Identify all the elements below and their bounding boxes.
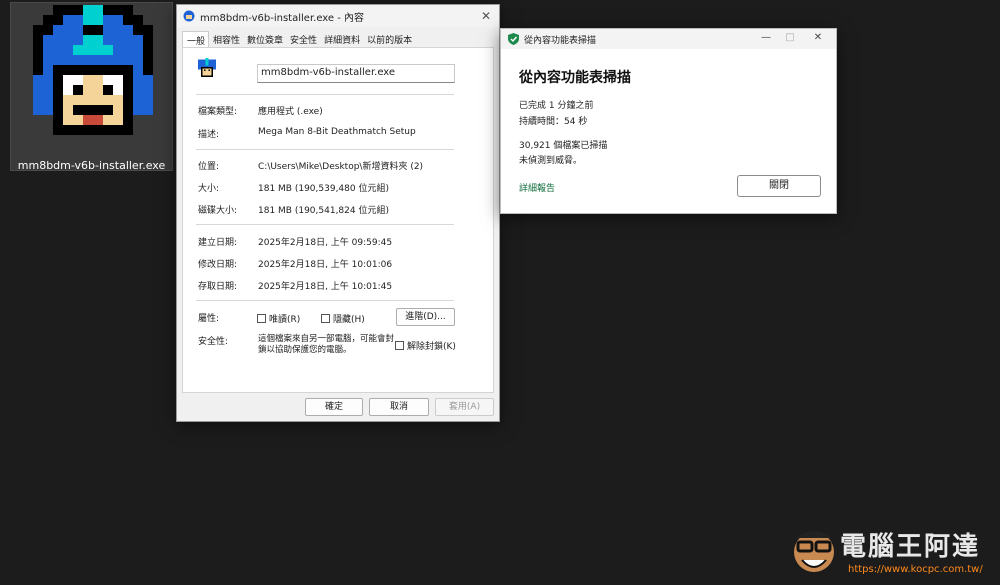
readonly-checkbox[interactable]: 唯讀(R) xyxy=(257,312,300,325)
file-type-value: 應用程式 (.exe) xyxy=(258,107,323,117)
modified-row: 修改日期: 2025年2月18日, 上午 10:01:06 xyxy=(198,257,392,270)
close-button[interactable]: 關閉 xyxy=(737,175,821,197)
divider xyxy=(196,300,454,301)
divider xyxy=(196,149,454,150)
created-label: 建立日期: xyxy=(198,238,238,248)
divider xyxy=(196,94,454,95)
modified-value: 2025年2月18日, 上午 10:01:06 xyxy=(258,260,393,270)
megaman-file-icon xyxy=(198,58,216,78)
scan-window: 從內容功能表掃描 — □ ✕ 從內容功能表掃描 已完成 1 分鐘之前 持續時間：… xyxy=(500,28,837,214)
checkbox-box[interactable] xyxy=(257,314,266,323)
scan-title: 從內容功能表掃描 xyxy=(524,35,597,46)
accessed-row: 存取日期: 2025年2月18日, 上午 10:01:45 xyxy=(198,279,392,292)
general-panel: mm8bdm-v6b-installer.exe 檔案類型: 應用程式 (.ex… xyxy=(182,47,494,393)
properties-dialog: mm8bdm-v6b-installer.exe - 內容 ✕ 一般 相容性 數… xyxy=(176,4,500,422)
cancel-button[interactable]: 取消 xyxy=(369,398,429,416)
scan-result: 未偵測到威脅。 xyxy=(519,156,583,166)
readonly-label: 唯讀(R) xyxy=(269,315,301,325)
close-icon[interactable]: ✕ xyxy=(479,9,493,23)
security-text-line2: 鎖以協助保護您的電腦。 xyxy=(258,345,352,355)
attributes-label: 屬性: xyxy=(198,314,220,324)
megaman-icon xyxy=(33,5,153,135)
desktop-file-label: mm8bdm-v6b-installer.exe xyxy=(17,159,166,172)
disk-size-value: 181 MB (190,541,824 位元組) xyxy=(258,206,389,216)
maximize-icon[interactable]: □ xyxy=(782,32,798,43)
security-label: 安全性: xyxy=(198,337,229,347)
location-value: C:\Users\Mike\Desktop\新增資料夾 (2) xyxy=(258,162,424,172)
size-value: 181 MB (190,539,480 位元組) xyxy=(258,184,389,194)
watermark-url: https://www.kocpc.com.tw/ xyxy=(848,564,983,575)
created-row: 建立日期: 2025年2月18日, 上午 09:59:45 xyxy=(198,235,392,248)
filename-field[interactable]: mm8bdm-v6b-installer.exe xyxy=(257,64,455,83)
description-row: 描述: Mega Man 8-Bit Deathmatch Setup xyxy=(198,127,416,140)
accessed-value: 2025年2月18日, 上午 10:01:45 xyxy=(258,282,393,292)
tab-general[interactable]: 一般 xyxy=(182,31,210,48)
apply-button[interactable]: 套用(A) xyxy=(435,398,494,416)
megaman-small-icon xyxy=(183,10,195,22)
scan-files-count: 30,921 個檔案已掃描 xyxy=(519,141,608,151)
created-value: 2025年2月18日, 上午 09:59:45 xyxy=(258,238,393,248)
properties-title: mm8bdm-v6b-installer.exe - 內容 xyxy=(200,12,365,24)
description-value: Mega Man 8-Bit Deathmatch Setup xyxy=(258,127,416,137)
disk-size-row: 磁碟大小: 181 MB (190,541,824 位元組) xyxy=(198,203,389,216)
tab-security[interactable]: 安全性 xyxy=(286,31,320,47)
properties-tabs: 一般 相容性 數位簽章 安全性 詳細資料 以前的版本 xyxy=(182,31,494,48)
scan-completed: 已完成 1 分鐘之前 xyxy=(519,101,594,111)
tab-previous-versions[interactable]: 以前的版本 xyxy=(363,31,415,47)
minimize-icon[interactable]: — xyxy=(758,32,774,43)
attributes-row: 屬性: xyxy=(198,311,258,324)
ok-button[interactable]: 確定 xyxy=(305,398,363,416)
scan-heading: 從內容功能表掃描 xyxy=(519,70,631,86)
properties-titlebar[interactable]: mm8bdm-v6b-installer.exe - 內容 ✕ xyxy=(177,5,499,27)
size-row: 大小: 181 MB (190,539,480 位元組) xyxy=(198,181,389,194)
tab-digital-signatures[interactable]: 數位簽章 xyxy=(243,31,286,47)
mascot-face-icon xyxy=(794,531,834,572)
accessed-label: 存取日期: xyxy=(198,282,238,292)
checkbox-box[interactable] xyxy=(395,341,404,350)
hidden-checkbox[interactable]: 隱藏(H) xyxy=(321,312,365,325)
file-type-label: 檔案類型: xyxy=(198,107,238,117)
hidden-label: 隱藏(H) xyxy=(333,315,365,325)
description-label: 描述: xyxy=(198,130,220,140)
shield-check-icon xyxy=(508,33,519,45)
security-text: 這個檔案來自另一部電腦，可能會封 鎖以協助保護您的電腦。 xyxy=(258,334,398,356)
security-row: 安全性: xyxy=(198,334,258,347)
file-type-row: 檔案類型: 應用程式 (.exe) xyxy=(198,104,323,117)
watermark-brand: 電腦王阿達 xyxy=(840,532,981,562)
size-label: 大小: xyxy=(198,184,220,194)
desktop-file-icon[interactable]: mm8bdm-v6b-installer.exe xyxy=(10,2,173,172)
watermark: 電腦王阿達 https://www.kocpc.com.tw/ xyxy=(790,522,995,582)
scan-titlebar[interactable]: 從內容功能表掃描 — □ ✕ xyxy=(501,29,836,49)
scan-duration: 持續時間：54 秒 xyxy=(519,117,588,127)
security-text-line1: 這個檔案來自另一部電腦，可能會封 xyxy=(258,334,395,344)
location-row: 位置: C:\Users\Mike\Desktop\新增資料夾 (2) xyxy=(198,159,423,172)
checkbox-box[interactable] xyxy=(321,314,330,323)
unblock-label: 解除封鎖(K) xyxy=(407,342,456,352)
details-report-link[interactable]: 詳細報告 xyxy=(519,181,555,194)
modified-label: 修改日期: xyxy=(198,260,238,270)
tab-details[interactable]: 詳細資料 xyxy=(320,31,363,47)
unblock-checkbox[interactable]: 解除封鎖(K) xyxy=(395,339,456,352)
close-icon[interactable]: ✕ xyxy=(810,32,826,43)
tab-compatibility[interactable]: 相容性 xyxy=(209,31,243,47)
disk-size-label: 磁碟大小: xyxy=(198,206,238,216)
location-label: 位置: xyxy=(198,162,220,172)
divider xyxy=(196,224,454,225)
advanced-button[interactable]: 進階(D)... xyxy=(396,308,455,326)
